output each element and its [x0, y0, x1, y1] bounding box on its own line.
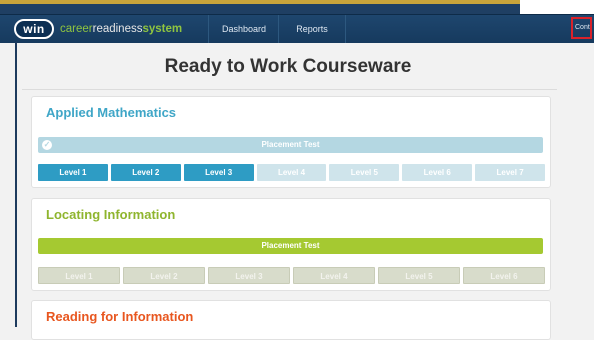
level-button-locked: Level 4	[256, 164, 327, 181]
level-buttons: Level 1 Level 2 Level 3 Level 4 Level 5 …	[38, 267, 545, 284]
placement-test-label: Placement Test	[261, 140, 320, 149]
top-strip	[0, 0, 594, 14]
level-button-locked: Level 6	[402, 164, 473, 181]
course-card-reading-for-information: Reading for Information	[31, 300, 551, 340]
win-logo[interactable]: win careerreadinesssystem	[14, 19, 182, 39]
level-button[interactable]: Level 1	[38, 164, 108, 181]
top-nav-bar: win careerreadinesssystem Dashboard Repo…	[0, 14, 594, 43]
level-button[interactable]: Level 3	[183, 164, 254, 181]
placement-test-label: Placement Test	[261, 241, 320, 250]
top-dark-band	[0, 4, 520, 14]
level-buttons: Level 1 Level 2 Level 3 Level 4 Level 5 …	[38, 164, 546, 181]
brand-part-1: career	[60, 23, 93, 35]
level-button-locked: Level 3	[208, 267, 290, 284]
level-button-locked: Level 4	[293, 267, 375, 284]
course-card-locating-information: Locating Information Placement Test Leve…	[31, 198, 551, 291]
level-button-locked: Level 7	[475, 164, 546, 181]
level-button-locked: Level 5	[329, 164, 400, 181]
nav-dashboard[interactable]: Dashboard	[208, 15, 279, 43]
level-button-locked: Level 6	[463, 267, 545, 284]
nav-right-highlighted-item[interactable]: Cont	[571, 17, 592, 39]
title-divider	[22, 89, 557, 90]
left-border-rule	[15, 42, 17, 327]
level-button-locked: Level 5	[378, 267, 460, 284]
win-logo-mark: win	[14, 19, 54, 39]
level-button-locked: Level 1	[38, 267, 120, 284]
top-white-area	[520, 0, 594, 14]
placement-test-button[interactable]: ✓ Placement Test	[38, 137, 543, 153]
nav-reports[interactable]: Reports	[278, 15, 346, 43]
placement-test-button[interactable]: Placement Test	[38, 238, 543, 254]
course-title: Locating Information	[46, 207, 176, 222]
brand-part-2: readiness	[92, 23, 143, 35]
course-title: Reading for Information	[46, 309, 194, 324]
brand-wordmark: careerreadinesssystem	[60, 23, 182, 35]
course-title: Applied Mathematics	[46, 105, 177, 120]
brand-part-3: system	[142, 23, 183, 35]
course-card-applied-mathematics: Applied Mathematics ✓ Placement Test Lev…	[31, 96, 551, 188]
page-title: Ready to Work Courseware	[164, 56, 412, 77]
level-button-locked: Level 2	[123, 267, 205, 284]
level-button[interactable]: Level 2	[110, 164, 181, 181]
check-circle-icon: ✓	[42, 140, 52, 150]
